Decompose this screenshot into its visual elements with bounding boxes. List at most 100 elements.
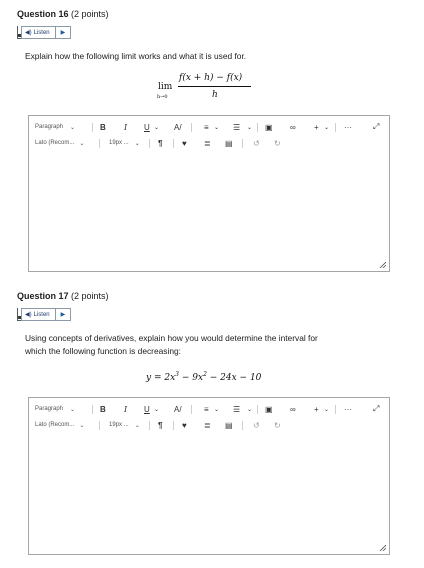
chevron-down-icon: ⌄ — [79, 422, 85, 429]
limit-numerator: f(x + h) − f(x) — [179, 73, 243, 83]
answer-editor-16[interactable]: Paragraph ⌄ B I U ⌄ A/ ≡ ⌄ ☰ ⌄ ▣ ∞ + ⌄ ··… — [28, 115, 390, 272]
fraction-bar — [178, 86, 251, 87]
toolbar-row-2: Lato (Recom... ⌄ 19px ... ⌄ ¶ ♥ ≣ ▤ ↺ ↻ — [29, 418, 389, 432]
redo-icon[interactable]: ↻ — [274, 139, 281, 148]
lim-subscript: h→0 — [157, 94, 168, 100]
limit-denominator: h — [212, 90, 218, 100]
question-16-prompt: Explain how the following limit works an… — [25, 51, 247, 61]
underline-button[interactable]: U — [144, 405, 150, 414]
divider — [191, 122, 192, 132]
speaker-icon: ◀) — [25, 312, 32, 318]
plus-icon[interactable]: + — [314, 123, 319, 132]
chevron-down-icon[interactable]: ⌄ — [247, 406, 252, 413]
listen-bracket-icon — [17, 26, 21, 39]
listen-label[interactable]: ◀) Listen — [22, 27, 56, 38]
divider — [242, 138, 243, 148]
chevron-down-icon: ⌄ — [134, 422, 140, 429]
question-number: Question 16 — [17, 9, 69, 19]
chevron-down-icon[interactable]: ⌄ — [324, 406, 329, 413]
format-painter-icon[interactable]: ¶ — [158, 421, 162, 430]
listen-control: ◀) Listen ▶ — [17, 308, 72, 321]
spellcheck-icon[interactable]: ♥ — [182, 139, 187, 148]
prompt-line: Using concepts of derivatives, explain h… — [25, 333, 318, 343]
fullscreen-icon[interactable]: ⤢ — [373, 404, 379, 414]
chevron-down-icon: ⌄ — [70, 124, 76, 131]
fullscreen-icon[interactable]: ⤢ — [373, 122, 379, 132]
math-icon[interactable]: ≣ — [204, 421, 211, 430]
text-color-icon[interactable]: A/ — [174, 123, 182, 132]
listen-button[interactable]: ◀) Listen ▶ — [21, 308, 72, 321]
font-select[interactable]: Lato (Recom... ⌄ — [35, 422, 84, 429]
question-17-title: Question 17 (2 points) — [17, 291, 109, 301]
spellcheck-icon[interactable]: ♥ — [182, 421, 187, 430]
toolbar-row-1: Paragraph ⌄ B I U ⌄ A/ ≡ ⌄ ☰ ⌄ ▣ ∞ + ⌄ ··… — [29, 402, 389, 416]
size-select[interactable]: 19px ... ⌄ — [109, 422, 140, 429]
chevron-down-icon[interactable]: ⌄ — [214, 124, 219, 131]
size-select[interactable]: 19px ... ⌄ — [109, 140, 140, 147]
resize-handle-icon[interactable] — [379, 544, 386, 551]
italic-button[interactable]: I — [124, 123, 127, 132]
chevron-down-icon: ⌄ — [134, 140, 140, 147]
divider — [173, 420, 174, 430]
listen-button[interactable]: ◀) Listen ▶ — [21, 26, 72, 39]
play-icon[interactable]: ▶ — [56, 29, 71, 36]
align-icon[interactable]: ≡ — [204, 123, 209, 132]
link-icon[interactable]: ∞ — [290, 123, 296, 132]
list-icon[interactable]: ☰ — [233, 405, 240, 414]
bold-button[interactable]: B — [100, 123, 106, 132]
undo-icon[interactable]: ↺ — [253, 421, 260, 430]
divider — [257, 404, 258, 414]
paragraph-select[interactable]: Paragraph ⌄ — [35, 124, 75, 131]
question-17-prompt: Using concepts of derivatives, explain h… — [25, 332, 318, 358]
function-expression: y = 2x3 − 9x2 − 24x − 10 — [146, 371, 262, 383]
listen-bracket-icon — [17, 308, 21, 321]
divider — [92, 404, 93, 414]
insert-media-icon[interactable]: ▣ — [265, 123, 273, 132]
divider — [335, 122, 336, 132]
math-icon[interactable]: ≣ — [204, 139, 211, 148]
listen-control: ◀) Listen ▶ — [17, 26, 72, 39]
chevron-down-icon[interactable]: ⌄ — [214, 406, 219, 413]
chevron-down-icon[interactable]: ⌄ — [324, 124, 329, 131]
listen-label[interactable]: ◀) Listen — [22, 309, 56, 320]
more-icon[interactable]: ··· — [344, 123, 352, 132]
divider — [92, 122, 93, 132]
preview-icon[interactable]: ▤ — [225, 139, 233, 148]
font-select[interactable]: Lato (Recom... ⌄ — [35, 140, 84, 147]
chevron-down-icon[interactable]: ⌄ — [154, 124, 159, 131]
chevron-down-icon[interactable]: ⌄ — [154, 406, 159, 413]
divider — [173, 138, 174, 148]
chevron-down-icon: ⌄ — [70, 406, 76, 413]
undo-icon[interactable]: ↺ — [253, 139, 260, 148]
answer-editor-17[interactable]: Paragraph ⌄ B I U ⌄ A/ ≡ ⌄ ☰ ⌄ ▣ ∞ + ⌄ ··… — [28, 397, 390, 555]
insert-media-icon[interactable]: ▣ — [265, 405, 273, 414]
play-icon[interactable]: ▶ — [56, 311, 71, 318]
chevron-down-icon[interactable]: ⌄ — [247, 124, 252, 131]
divider — [191, 404, 192, 414]
question-number: Question 17 — [17, 291, 69, 301]
underline-button[interactable]: U — [144, 123, 150, 132]
divider — [149, 420, 150, 430]
italic-button[interactable]: I — [124, 405, 127, 414]
more-icon[interactable]: ··· — [344, 405, 352, 414]
question-16-title: Question 16 (2 points) — [17, 9, 109, 19]
speaker-icon: ◀) — [25, 30, 32, 36]
divider — [335, 404, 336, 414]
prompt-line: which the following function is decreasi… — [25, 346, 181, 356]
text-color-icon[interactable]: A/ — [174, 405, 182, 414]
link-icon[interactable]: ∞ — [290, 405, 296, 414]
plus-icon[interactable]: + — [314, 405, 319, 414]
divider — [257, 122, 258, 132]
chevron-down-icon: ⌄ — [79, 140, 85, 147]
divider — [242, 420, 243, 430]
paragraph-select[interactable]: Paragraph ⌄ — [35, 406, 75, 413]
list-icon[interactable]: ☰ — [233, 123, 240, 132]
preview-icon[interactable]: ▤ — [225, 421, 233, 430]
resize-handle-icon[interactable] — [379, 261, 386, 268]
redo-icon[interactable]: ↻ — [274, 421, 281, 430]
bold-button[interactable]: B — [100, 405, 106, 414]
align-icon[interactable]: ≡ — [204, 405, 209, 414]
question-points: (2 points) — [71, 9, 109, 19]
divider — [99, 138, 100, 148]
format-painter-icon[interactable]: ¶ — [158, 139, 162, 148]
